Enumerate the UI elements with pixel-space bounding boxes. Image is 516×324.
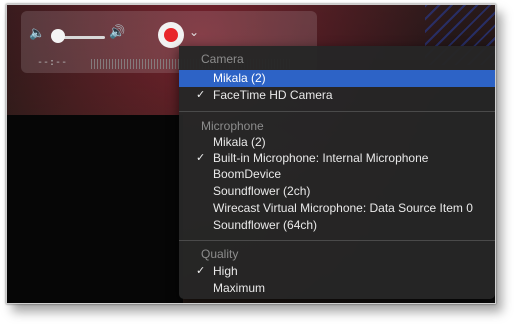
camera-item-mikala[interactable]: Mikala (2) — [179, 70, 495, 87]
mic-item-soundflower-64ch[interactable]: Soundflower (64ch) — [179, 217, 495, 234]
chevron-down-icon[interactable]: ⌄ — [189, 25, 199, 39]
camera-header: Camera — [201, 52, 244, 66]
menu-divider — [179, 111, 495, 112]
mic-item-builtin[interactable]: ✓ Built-in Microphone: Internal Micropho… — [179, 150, 495, 167]
record-icon — [164, 28, 178, 42]
record-button[interactable] — [158, 22, 184, 48]
camera-item-facetime[interactable]: ✓ FaceTime HD Camera — [179, 87, 495, 104]
mic-item-boomdevice[interactable]: BoomDevice — [179, 166, 495, 183]
menu-divider — [179, 240, 495, 241]
options-dropdown-menu: Camera Mikala (2) ✓ FaceTime HD Camera M… — [179, 46, 495, 299]
mic-item-soundflower-2ch[interactable]: Soundflower (2ch) — [179, 183, 495, 200]
microphone-header: Microphone — [201, 119, 264, 133]
quality-item-high[interactable]: ✓ High — [179, 263, 495, 280]
speaker-high-icon[interactable]: 🔊 — [109, 24, 125, 40]
volume-slider-track[interactable] — [59, 36, 105, 39]
time-display: --:-- — [37, 57, 68, 68]
mic-item-mikala[interactable]: Mikala (2) — [179, 134, 495, 151]
speaker-low-icon[interactable]: 🔈 — [29, 25, 45, 41]
quicktime-window: 🔈 🔊 ⌄ --:-- Camera Mikala (2) ✓ FaceTime… — [6, 4, 496, 304]
dark-background-panel — [7, 115, 183, 303]
checkmark-icon: ✓ — [196, 89, 206, 101]
mic-item-wirecast[interactable]: Wirecast Virtual Microphone: Data Source… — [179, 200, 495, 217]
quality-header: Quality — [201, 247, 239, 261]
checkmark-icon: ✓ — [196, 265, 206, 277]
quality-item-maximum[interactable]: Maximum — [179, 280, 495, 297]
checkmark-icon: ✓ — [196, 152, 206, 164]
volume-slider-knob[interactable] — [51, 29, 65, 43]
